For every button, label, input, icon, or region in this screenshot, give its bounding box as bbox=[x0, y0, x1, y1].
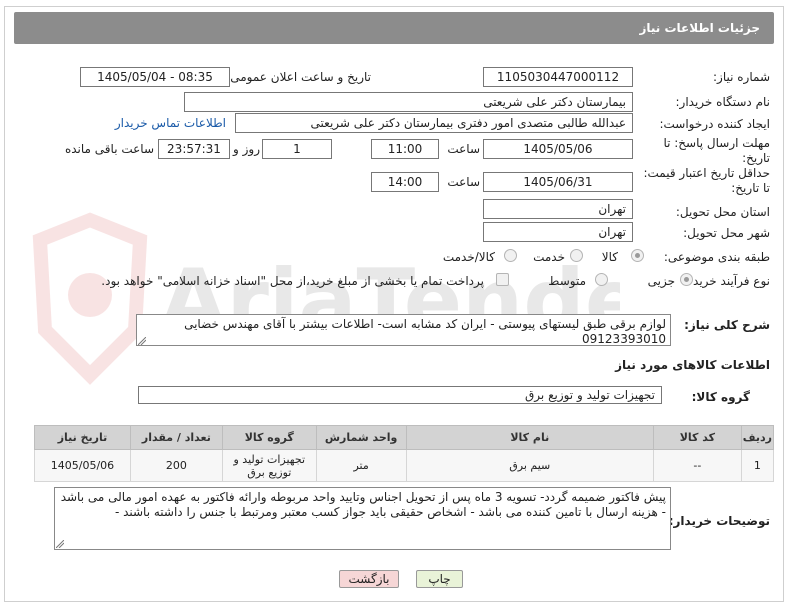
reply-deadline-label: مهلت ارسال پاسخ: تا تاریخ: bbox=[663, 136, 770, 165]
buyer-org-field: بیمارستان دکتر علی شریعتی bbox=[184, 92, 633, 112]
cell-name: سیم برق bbox=[405, 449, 654, 482]
col-qty: تعداد / مقدار bbox=[129, 425, 223, 450]
requester-field: عبدالله طالبی متصدی امور دفتری بیمارستان… bbox=[235, 113, 633, 133]
category-label: طبقه بندی موضوعی: bbox=[663, 250, 770, 264]
validity-time-label: ساعت bbox=[447, 175, 480, 189]
province-field: تهران bbox=[483, 199, 633, 219]
goods-info-title: اطلاعات کالاهای مورد نیاز bbox=[615, 358, 770, 372]
cell-unit: متر bbox=[315, 449, 407, 482]
requester-label: ایجاد کننده درخواست: bbox=[659, 117, 770, 131]
buyer-notes-label: توضیحات خریدار: bbox=[668, 514, 770, 528]
reply-date-field: 1405/05/06 bbox=[483, 139, 633, 159]
page-header: جزئیات اطلاعات نیاز bbox=[14, 12, 774, 44]
province-label: استان محل تحویل: bbox=[675, 205, 770, 219]
category-radio-service[interactable] bbox=[570, 249, 583, 262]
remaining-label: ساعت باقی مانده bbox=[64, 142, 154, 156]
buyer-notes-textarea[interactable]: پیش فاکتور ضمیمه گردد- تسویه 3 ماه پس از… bbox=[54, 487, 671, 550]
payment-checkbox[interactable] bbox=[496, 273, 509, 286]
process-radio-medium[interactable] bbox=[595, 273, 608, 286]
validity-label: حداقل تاریخ اعتبار قیمت: تا تاریخ: bbox=[643, 166, 770, 195]
buyer-org-label: نام دستگاه خریدار: bbox=[675, 95, 771, 109]
payment-note: پرداخت تمام یا بخشی از مبلغ خرید،از محل … bbox=[101, 274, 484, 288]
summary-textarea[interactable]: لوازم برقی طبق لیستهای پیوستی - ایران کد… bbox=[136, 314, 671, 346]
resize-grip-icon[interactable] bbox=[138, 337, 146, 345]
cell-qty: 200 bbox=[129, 449, 223, 482]
category-radio-both[interactable] bbox=[504, 249, 517, 262]
city-label: شهر محل تحویل: bbox=[683, 226, 770, 240]
col-unit: واحد شمارش bbox=[315, 425, 407, 450]
process-label: نوع فرآیند خرید : bbox=[685, 274, 770, 288]
category-option-both: کالا/خدمت bbox=[442, 250, 495, 264]
summary-text: لوازم برقی طبق لیستهای پیوستی - ایران کد… bbox=[184, 317, 666, 346]
goods-group-field: تجهیزات تولید و توزیع برق bbox=[138, 386, 662, 404]
cell-row: 1 bbox=[740, 449, 775, 482]
process-option-medium: متوسط bbox=[548, 274, 586, 288]
print-button[interactable]: چاپ bbox=[416, 570, 463, 588]
page-title: جزئیات اطلاعات نیاز bbox=[639, 21, 760, 35]
back-button[interactable]: بازگشت bbox=[339, 570, 399, 588]
announce-field: 1405/05/04 - 08:35 bbox=[80, 67, 230, 87]
reply-time-label: ساعت bbox=[447, 142, 480, 156]
category-radio-goods[interactable] bbox=[631, 249, 644, 262]
validity-date-field: 1405/06/31 bbox=[483, 172, 633, 192]
days-label: روز و bbox=[233, 142, 260, 156]
buyer-notes-text: پیش فاکتور ضمیمه گردد- تسویه 3 ماه پس از… bbox=[60, 490, 666, 519]
cell-date: 1405/05/06 bbox=[34, 449, 131, 482]
col-date: تاریخ نیاز bbox=[34, 425, 131, 450]
announce-label: تاریخ و ساعت اعلان عمومی: bbox=[226, 70, 371, 84]
contact-info-link[interactable]: اطلاعات تماس خریدار bbox=[115, 116, 226, 130]
process-option-minor: جزیی bbox=[647, 274, 675, 288]
category-option-goods: کالا bbox=[601, 250, 618, 264]
col-group: گروه کالا bbox=[221, 425, 317, 450]
validity-time-field: 14:00 bbox=[371, 172, 439, 192]
process-radio-minor[interactable] bbox=[680, 273, 693, 286]
col-name: نام کالا bbox=[405, 425, 654, 450]
cell-code: -- bbox=[652, 449, 742, 482]
col-code: کد کالا bbox=[652, 425, 742, 450]
category-option-service: خدمت bbox=[533, 250, 565, 264]
table-row: 1 -- سیم برق متر تجهیزات تولید و توزیع ب… bbox=[34, 449, 775, 482]
resize-grip-icon[interactable] bbox=[56, 540, 64, 548]
reply-time-field: 11:00 bbox=[371, 139, 439, 159]
cell-group: تجهیزات تولید و توزیع برق bbox=[221, 449, 317, 482]
days-field: 1 bbox=[262, 139, 332, 159]
remaining-time-field: 23:57:31 bbox=[158, 139, 230, 159]
summary-label: شرح کلی نیاز: bbox=[684, 318, 770, 332]
need-number-field: 1105030447000112 bbox=[483, 67, 633, 87]
items-table-header: ردیف کد کالا نام کالا واحد شمارش گروه کا… bbox=[34, 425, 775, 450]
items-table: ردیف کد کالا نام کالا واحد شمارش گروه کا… bbox=[34, 425, 775, 482]
need-number-label: شماره نیاز: bbox=[713, 70, 770, 84]
col-row: ردیف bbox=[740, 425, 775, 450]
goods-group-label: گروه کالا: bbox=[691, 390, 750, 404]
city-field: تهران bbox=[483, 222, 633, 242]
